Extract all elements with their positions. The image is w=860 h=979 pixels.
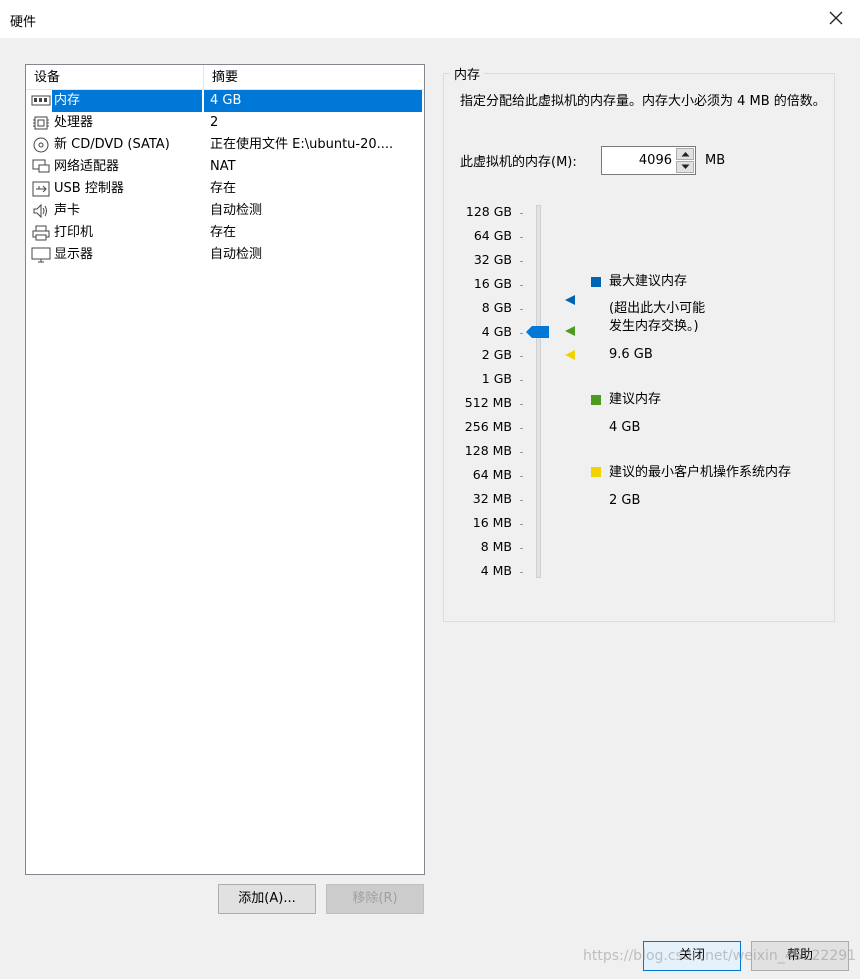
- max-legend-value: 9.6 GB: [609, 347, 653, 362]
- spin-down-button[interactable]: [676, 161, 694, 173]
- add-device-button[interactable]: 添加(A)...: [218, 884, 316, 914]
- memory-scale-tick-label: 8 MB: [480, 538, 512, 554]
- device-row[interactable]: 打印机 存在: [26, 222, 424, 244]
- memory-scale-tick-label: 16 MB: [472, 514, 512, 530]
- device-summary: 正在使用文件 E:\ubuntu-20....: [210, 137, 394, 152]
- device-name: 网络适配器: [54, 159, 120, 174]
- spin-up-button[interactable]: [676, 148, 694, 160]
- close-icon[interactable]: [826, 8, 846, 28]
- memory-size-input[interactable]: [604, 149, 674, 172]
- device-summary: 4 GB: [204, 90, 422, 112]
- device-summary: 2: [210, 115, 219, 130]
- device-summary: NAT: [210, 159, 236, 174]
- max-legend-label: 最大建议内存: [609, 274, 688, 289]
- memory-slider-thumb[interactable]: [526, 325, 550, 339]
- network-adapter-icon: [31, 159, 51, 175]
- memory-scale-tick: [520, 523, 523, 525]
- device-name: 打印机: [54, 225, 94, 240]
- rec-legend-label: 建议内存: [609, 392, 662, 407]
- memory-scale-tick: [520, 452, 523, 453]
- memory-scale-tick: [520, 356, 523, 358]
- rec-legend-value: 4 GB: [609, 420, 641, 435]
- min-legend-label: 建议的最小客户机操作系统内存: [609, 465, 792, 480]
- memory-scale-tick: [520, 380, 523, 382]
- memory-scale-tick: [520, 499, 523, 501]
- memory-input-label: 此虚拟机的内存(M):: [460, 155, 577, 170]
- device-summary: 自动检测: [210, 203, 263, 218]
- sound-icon: [31, 203, 51, 219]
- memory-description: 指定分配给此虚拟机的内存量。内存大小必须为 4 MB 的倍数。: [460, 94, 826, 109]
- rec-legend-swatch: [591, 395, 601, 405]
- memory-scale-tick: [520, 236, 523, 238]
- memory-scale-tick: [520, 213, 523, 214]
- memory-scale-tick: [520, 428, 523, 430]
- device-name: USB 控制器: [54, 181, 124, 196]
- device-summary: 自动检测: [210, 247, 263, 262]
- max-legend-note: (超出此大小可能 发生内存交换。): [609, 301, 706, 334]
- remove-device-button[interactable]: 移除(R): [326, 884, 424, 914]
- device-name: 声卡: [54, 203, 81, 218]
- memory-scale-tick-label: 4 GB: [481, 323, 512, 339]
- usb-icon: [31, 181, 51, 197]
- arrow-up-icon: [681, 152, 690, 157]
- device-summary: 存在: [210, 181, 237, 196]
- memory-scale-tick: [520, 475, 523, 477]
- device-name: 新 CD/DVD (SATA): [54, 137, 170, 152]
- memory-scale-tick-label: 32 GB: [473, 251, 512, 267]
- memory-scale-tick: [520, 404, 523, 406]
- memory-scale-tick: [520, 571, 523, 573]
- device-row[interactable]: 网络适配器 NAT: [26, 156, 424, 178]
- min-legend-swatch: [591, 467, 601, 477]
- column-header-device[interactable]: 设备: [26, 65, 204, 90]
- max-recommended-marker: [565, 295, 575, 305]
- memory-scale-tick-label: 8 GB: [481, 299, 512, 315]
- device-row[interactable]: USB 控制器 存在: [26, 178, 424, 200]
- recommended-marker: [565, 326, 575, 336]
- memory-slider-track[interactable]: [536, 205, 541, 578]
- memory-scale-tick: [520, 284, 523, 286]
- memory-group-title: 内存: [450, 64, 485, 83]
- memory-scale-tick-label: 1 GB: [481, 371, 512, 387]
- device-row[interactable]: 内存 4 GB: [26, 90, 424, 112]
- memory-scale-tick: [520, 547, 523, 549]
- memory-scale-tick-label: 128 MB: [464, 443, 512, 458]
- memory-scale-tick-label: 256 MB: [464, 419, 512, 435]
- memory-scale-tick: [520, 260, 523, 262]
- window-title: 硬件: [10, 15, 37, 30]
- display-icon: [31, 247, 51, 263]
- device-name: 处理器: [54, 115, 94, 130]
- memory-icon: [31, 93, 51, 109]
- device-list: 设备 摘要 内存 4 GB 处理器 2 新 CD/DVD (SATA) 正在使用文件 E:…: [25, 64, 425, 875]
- max-legend-swatch: [591, 277, 601, 287]
- printer-icon: [31, 225, 51, 241]
- device-row[interactable]: 声卡 自动检测: [26, 200, 424, 222]
- device-name: 内存: [52, 90, 202, 112]
- memory-scale-tick-label: 2 GB: [481, 347, 512, 363]
- device-name: 显示器: [54, 247, 94, 262]
- memory-scale-tick: [520, 332, 523, 334]
- column-header-summary[interactable]: 摘要: [204, 65, 424, 90]
- processor-icon: [31, 115, 51, 131]
- device-summary: 存在: [210, 225, 237, 240]
- arrow-down-icon: [681, 164, 690, 169]
- watermark: https://blog.csdn.net/weixin_45222291: [583, 948, 857, 964]
- device-row[interactable]: 显示器 自动检测: [26, 244, 424, 266]
- cd-dvd-icon: [31, 137, 51, 153]
- memory-scale-tick-label: 64 MB: [472, 466, 512, 482]
- memory-scale-tick: [520, 308, 523, 310]
- memory-scale-tick-label: 64 GB: [473, 227, 512, 243]
- min-legend-value: 2 GB: [609, 493, 641, 508]
- device-row[interactable]: 新 CD/DVD (SATA) 正在使用文件 E:\ubuntu-20....: [26, 134, 424, 156]
- memory-stepper[interactable]: [601, 146, 696, 175]
- title-bar: 硬件: [0, 0, 860, 38]
- memory-scale-tick-label: 512 MB: [464, 395, 512, 411]
- memory-scale-tick-label: 128 GB: [465, 204, 512, 219]
- device-row[interactable]: 处理器 2: [26, 112, 424, 134]
- memory-scale-tick-label: 32 MB: [472, 490, 512, 506]
- memory-scale-tick-label: 4 MB: [480, 562, 512, 578]
- memory-unit: MB: [705, 153, 726, 168]
- min-recommended-marker: [565, 350, 575, 360]
- memory-scale-tick-label: 16 GB: [473, 275, 512, 291]
